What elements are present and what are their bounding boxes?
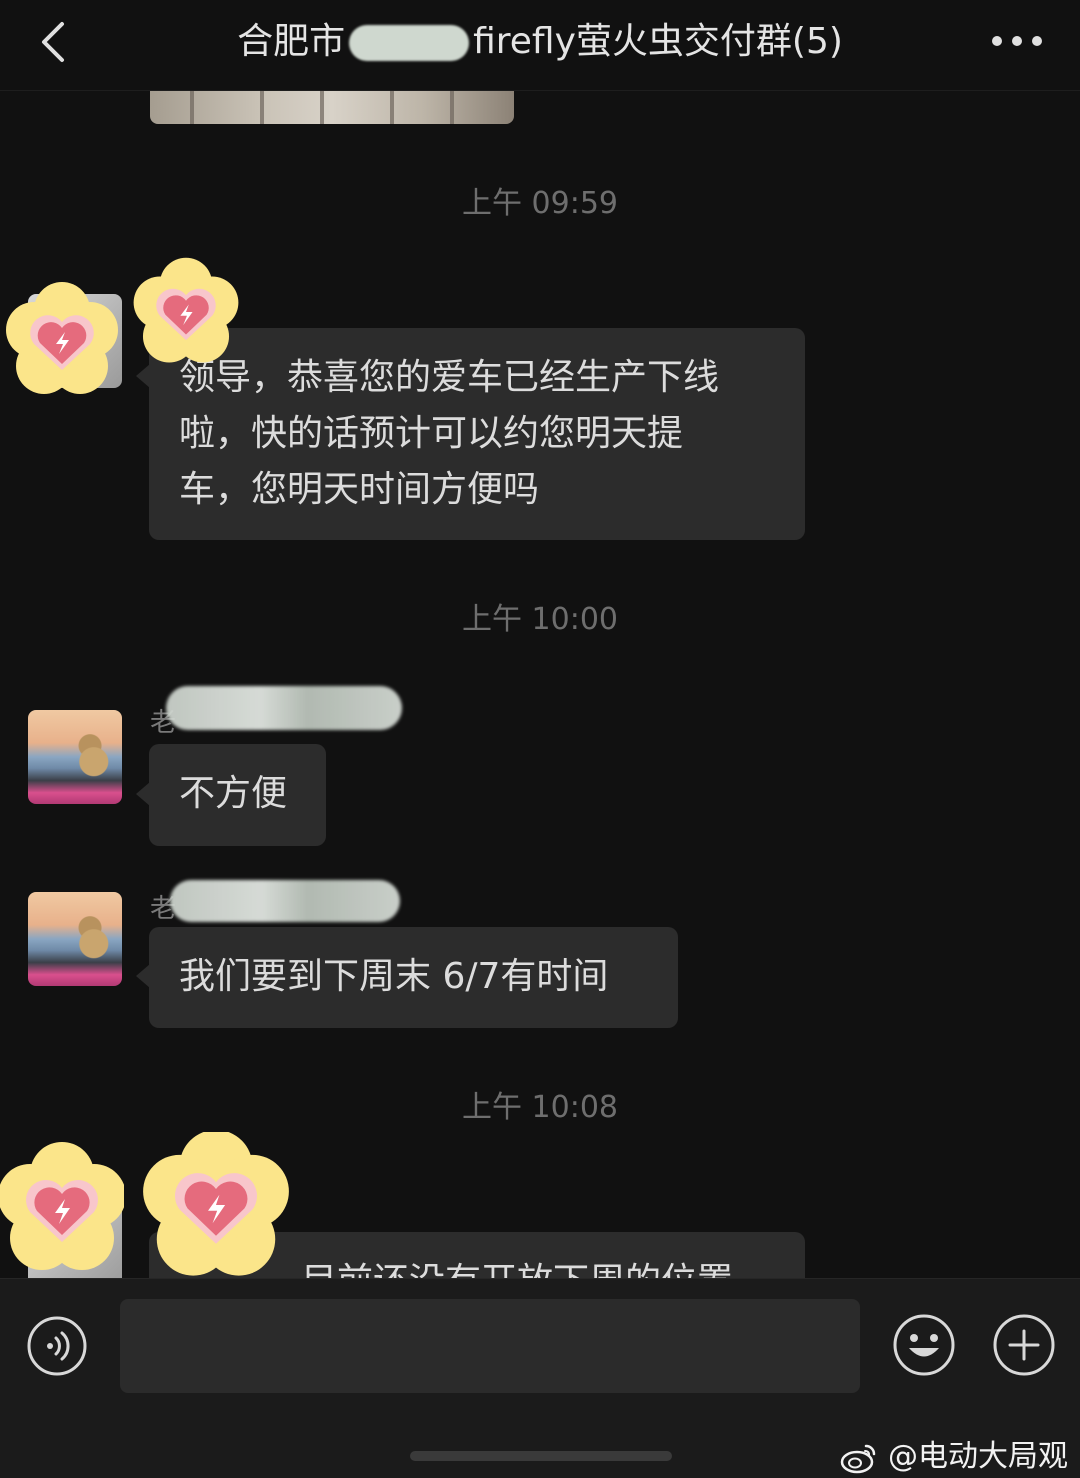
watermark-text: @电动大局观: [888, 1439, 1068, 1474]
more-dots-icon: [992, 36, 1002, 46]
redacted-name: [170, 880, 400, 922]
timestamp: 上午 09:59: [462, 186, 618, 221]
more-button[interactable]: [988, 28, 1048, 52]
bubble-tail: [136, 964, 150, 988]
weibo-icon: [841, 1444, 876, 1473]
message-text: 不方便: [179, 773, 288, 814]
redacted-name: [166, 686, 402, 730]
message-text: 目前还没有开放下周的位置: [301, 1254, 733, 1278]
plus-icon: [993, 1314, 1055, 1376]
more-dot: [1032, 36, 1042, 46]
avatar[interactable]: [28, 892, 122, 986]
voice-icon: [27, 1316, 87, 1376]
message-line: 车，您明天时间方便吗: [179, 469, 540, 510]
avatar[interactable]: [28, 294, 122, 388]
bubble-tail: [136, 364, 150, 388]
timestamp: 上午 10:00: [462, 602, 618, 637]
message-bubble[interactable]: 领导，恭喜您的爱车已经生产下线 啦，快的话预计可以约您明天提 车，您明天时间方便…: [149, 328, 805, 540]
message-bubble[interactable]: 目前还没有开放下周的位置: [149, 1232, 805, 1278]
message-input[interactable]: [120, 1299, 860, 1393]
chat-title: 合肥市 firefly萤火虫交付群(5): [160, 14, 920, 70]
avatar[interactable]: [28, 1196, 122, 1278]
watermark: @电动大局观: [840, 1431, 1068, 1475]
chat-title-suffix: firefly萤火虫交付群(5): [473, 21, 843, 62]
chevron-left-icon: [42, 22, 64, 62]
chat-title-prefix: 合肥市: [237, 21, 346, 62]
nav-bar: 合肥市 firefly萤火虫交付群(5): [0, 0, 1080, 91]
message-text: 我们要到下周末 6/7有时间: [179, 956, 609, 997]
message-line: 领导，恭喜您的爱车已经生产下线: [179, 357, 720, 398]
emoji-button[interactable]: [892, 1313, 956, 1377]
emoji-icon: [893, 1314, 955, 1376]
image-message-partial[interactable]: [150, 90, 514, 124]
input-bar: @电动大局观: [0, 1278, 1080, 1478]
message-bubble[interactable]: 我们要到下周末 6/7有时间: [149, 927, 678, 1028]
bubble-tail: [136, 782, 150, 806]
redacted-title-part: [349, 25, 470, 61]
more-actions-button[interactable]: [992, 1313, 1056, 1377]
message-clip: 目前还没有开放下周的位置: [0, 1180, 1080, 1278]
more-dot: [1012, 36, 1022, 46]
back-button[interactable]: [36, 18, 72, 66]
avatar[interactable]: [28, 710, 122, 804]
voice-button[interactable]: [26, 1315, 88, 1377]
timestamp: 上午 10:08: [462, 1090, 618, 1125]
message-line: 啦，快的话预计可以约您明天提: [179, 413, 684, 454]
message-bubble[interactable]: 不方便: [149, 744, 326, 846]
home-indicator: [410, 1451, 672, 1461]
